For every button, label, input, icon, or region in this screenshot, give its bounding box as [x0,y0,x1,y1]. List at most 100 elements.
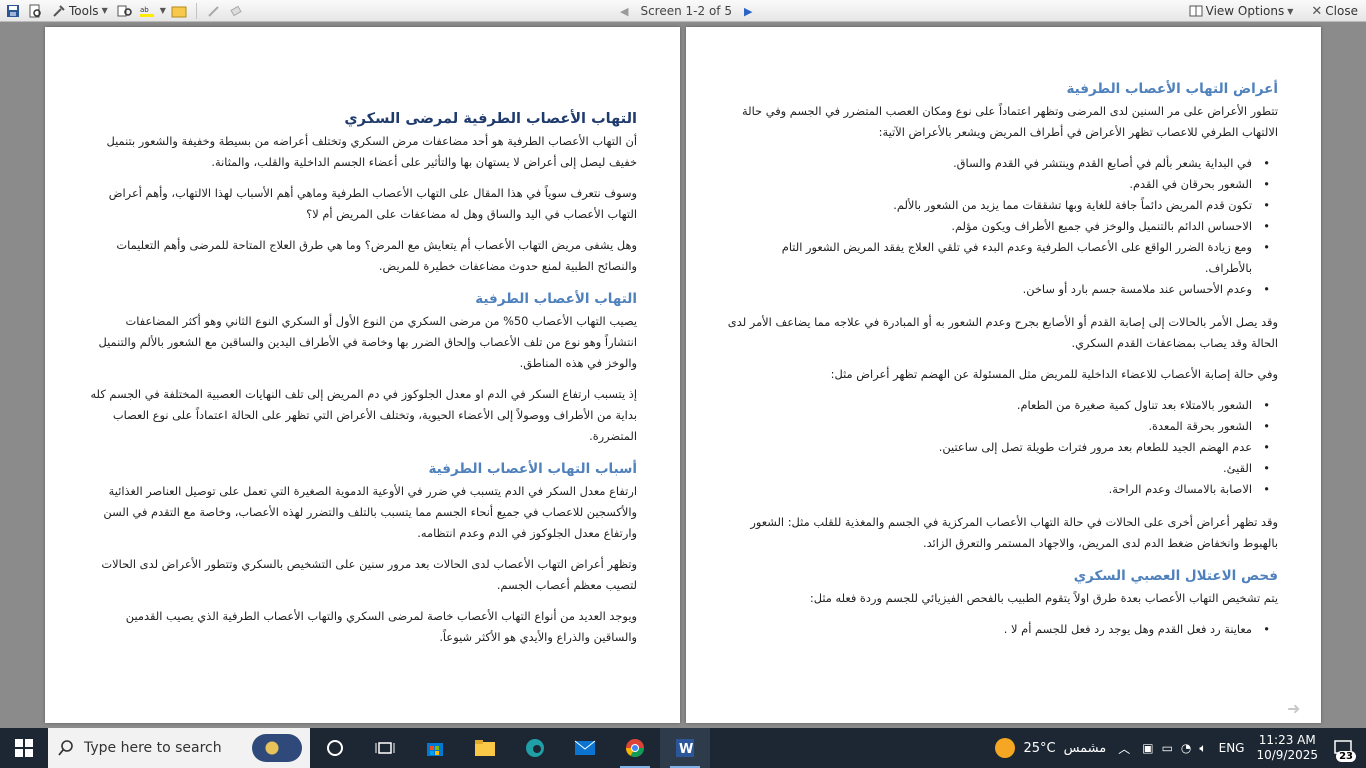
weather-sun-icon[interactable] [995,738,1016,758]
chevron-down-icon[interactable]: ▼ [160,6,166,15]
edit-icon[interactable] [205,3,223,19]
weather-description[interactable]: مشمس [1064,741,1107,756]
paragraph: يتم تشخيص التهاب الأعصاب بعدة طرق اولاً … [809,591,1278,605]
save-icon[interactable] [4,3,22,19]
list-item: الشعور بالامتلاء بعد تناول كمية صغيرة من… [726,395,1278,416]
eraser-icon[interactable] [227,3,245,19]
chevron-down-icon: ▼ [1287,6,1294,16]
word-app[interactable]: W [660,728,710,768]
store-app[interactable] [410,728,460,768]
chevron-up-icon[interactable]: ︿ [1114,740,1134,757]
word-icon: W [676,739,694,757]
cortana-button[interactable] [310,728,360,768]
list-item: الشعور بحرقة المعدة. [726,416,1278,437]
start-button[interactable] [0,728,48,768]
store-icon [427,743,443,756]
list-item: عدم الهضم الجيد للطعام بعد مرور فترات طو… [726,437,1278,458]
paragraph: وهل يشفى مريض التهاب الأعصاب أم يتعايش م… [116,238,637,273]
clock[interactable]: 11:23 AM 10/9/2025 [1256,733,1318,763]
close-icon: ✕ [1311,3,1323,19]
notification-count-badge: 23 [1336,751,1356,762]
comment-icon[interactable] [170,3,188,19]
section-heading: فحص الاعتلال العصبي السكري [1073,568,1278,584]
highlight-icon[interactable]: ab [138,3,156,19]
digestive-symptoms-list: الشعور بالامتلاء بعد تناول كمية صغيرة من… [726,395,1278,500]
toolbar-separator [195,2,197,19]
paragraph: وفي حالة إصابة الأعصاب للاعضاء الداخلية … [830,367,1278,381]
paragraph: وسوف نتعرف سوياً في هذا المقال على التها… [108,186,637,221]
paragraph: أن التهاب الأعصاب الطرفية هو أحد مضاعفات… [106,134,637,169]
folder-tray-icon[interactable]: ▭ [1162,741,1173,755]
volume-icon[interactable]: 🔈︎ [1199,741,1206,756]
paragraph: ويوجد العديد من أنواع التهاب الأعصاب خاص… [125,609,637,644]
svg-text:ab: ab [140,6,149,14]
taskbar-search[interactable]: Type here to search [48,728,310,768]
language-indicator[interactable]: ENG [1215,741,1249,755]
chrome-icon [626,739,644,758]
edge-icon [526,739,544,757]
view-options-menu[interactable]: View Options ▼ [1185,1,1298,21]
section-heading: التهاب الأعصاب الطرفية [475,291,637,307]
network-device-icon[interactable]: ▣ [1142,741,1153,755]
notification-center-button[interactable]: 23 [1326,728,1360,768]
list-item: الشعور بحرقان في القدم. [726,174,1278,195]
mail-app[interactable] [560,728,610,768]
windows-icon [15,739,33,757]
list-item: القيئ. [726,458,1278,479]
mail-icon [574,740,596,755]
task-view-button[interactable] [360,728,410,768]
svg-text:W: W [679,742,693,757]
list-item: في البداية يشعر بألم في أصابع القدم وينت… [726,153,1278,174]
file-explorer-app[interactable] [460,728,510,768]
document-title: التهاب الأعصاب الطرفية لمرضى السكري [344,111,637,127]
tools-label: Tools [69,3,99,18]
section-heading: أسباب التهاب الأعصاب الطرفية [428,461,637,477]
paragraph: وقد يصل الأمر بالحالات إلى إصابة القدم أ… [727,315,1278,350]
paragraph: ارتفاع معدل السكر في الدم يتسبب في ضرر ف… [103,484,637,540]
clock-date: 10/9/2025 [1256,748,1318,762]
paragraph: وقد تظهر أعراض أخرى على الحالات في حالة … [750,515,1278,550]
tools-menu[interactable]: Tools ▼ [48,1,112,21]
previous-screen-icon[interactable]: ◀ [620,5,628,18]
exam-list: معاينة رد فعل القدم وهل يوجد رد فعل للجس… [726,619,1278,640]
cortana-icon [327,740,343,756]
page-left-content: التهاب الأعصاب الطرفية لمرضى السكري أن ا… [90,107,637,658]
clock-time: 11:23 AM [1258,733,1316,747]
list-item: معاينة رد فعل القدم وهل يوجد رد فعل للجس… [726,619,1278,640]
wifi-icon[interactable]: ◔ [1181,741,1191,755]
page-right-content: أعراض التهاب الأعصاب الطرفية تتطور الأعر… [726,75,1278,652]
paragraph: تتطور الأعراض على مر السنين لدى المرضى و… [742,104,1278,139]
paragraph: يصيب التهاب الأعصاب 50% من مرضى السكري م… [98,314,637,370]
search-icon [58,740,73,756]
list-item: تكون قدم المريض دائماً جافة للغاية وبها … [726,195,1278,216]
research-icon[interactable] [116,3,134,19]
paragraph: إذ يتسبب ارتفاع السكر في الدم او معدل ال… [90,387,637,443]
system-tray: 25°C مشمس ︿ ▣ ▭ ◔ 🔈︎ ENG 11:23 AM 10/9/2… [995,728,1366,768]
symptoms-list: في البداية يشعر بألم في أصابع القدم وينت… [726,153,1278,300]
page-right: أعراض التهاب الأعصاب الطرفية تتطور الأعر… [686,27,1321,723]
section-heading: أعراض التهاب الأعصاب الطرفية [1066,81,1278,97]
search-placeholder: Type here to search [84,740,222,756]
close-button[interactable]: ✕ Close [1307,1,1362,21]
list-item: وعدم الأحساس عند ملامسة جسم بارد أو ساخن… [726,279,1278,300]
chevron-down-icon: ▼ [101,6,108,15]
list-item: ومع زيادة الضرر الواقع على الأعصاب الطرف… [726,237,1278,279]
list-item: الاحساس الدائم بالتنميل والوخز في جميع ا… [726,216,1278,237]
view-options-icon [1189,5,1203,17]
screen-indicator: Screen 1-2 of 5 [640,4,732,18]
task-view-icon [375,742,395,754]
weather-temperature[interactable]: 25°C [1023,741,1055,756]
taskbar: Type here to search W 25°C مشمس ︿ ▣ ▭ ◔ … [0,728,1366,768]
search-highlight-image[interactable] [252,734,302,762]
reading-toolbar: Tools ▼ ab ▼ ◀ Screen 1-2 of 5 ▶ View Op… [0,0,1366,22]
reading-area: التهاب الأعصاب الطرفية لمرضى السكري أن ا… [0,23,1366,728]
next-screen-icon[interactable]: ▶ [744,5,752,18]
list-item: الاصابة بالامساك وعدم الراحة. [726,479,1278,500]
chrome-app[interactable] [610,728,660,768]
print-preview-icon[interactable] [26,3,44,19]
page-left: التهاب الأعصاب الطرفية لمرضى السكري أن ا… [45,27,680,723]
edge-app[interactable] [510,728,560,768]
next-page-arrow-icon[interactable]: ➜ [1287,699,1307,718]
close-label: Close [1325,4,1358,18]
tools-icon [53,4,65,17]
